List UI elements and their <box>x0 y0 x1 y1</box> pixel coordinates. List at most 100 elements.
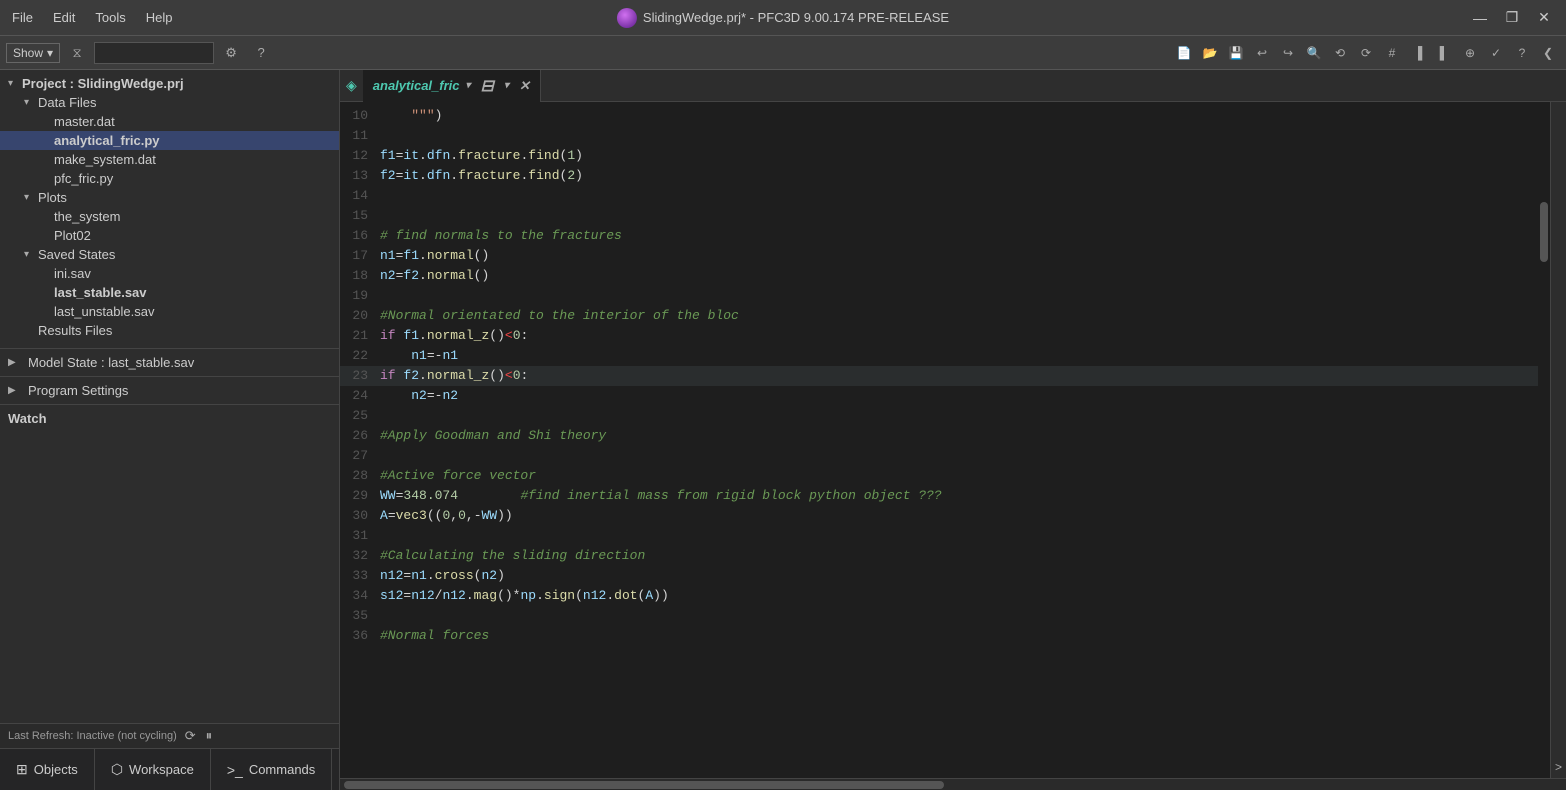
sidebar-item-ini-sav[interactable]: ini.sav <box>0 264 339 283</box>
sidebar-model-state[interactable]: ▶ Model State : last_stable.sav <box>0 348 339 376</box>
state-label: ini.sav <box>54 266 91 281</box>
vertical-scrollbar[interactable] <box>1538 102 1550 778</box>
code-line-19: 19 <box>340 286 1538 306</box>
hash-icon[interactable]: # <box>1380 40 1404 66</box>
bottom-panel: ⊞ Objects ⬡ Workspace >_ Commands <box>0 748 339 790</box>
save-icon[interactable]: 💾 <box>1224 40 1248 66</box>
pause-button[interactable]: ⏸ <box>204 728 215 744</box>
collapse-icon[interactable]: ❮ <box>1536 40 1560 66</box>
menu-tools[interactable]: Tools <box>91 8 129 27</box>
watch-label: Watch <box>8 411 47 426</box>
horizontal-scrollbar[interactable] <box>340 778 1566 790</box>
sidebar-item-the-system[interactable]: the_system <box>0 207 339 226</box>
refresh-button[interactable]: ⟳ <box>183 728 198 744</box>
objects-tab[interactable]: ⊞ Objects <box>0 749 95 790</box>
tab-dropdown-icon[interactable]: ▾ <box>466 80 471 91</box>
chevron-down-icon: ▾ <box>24 192 34 203</box>
tab-split-arrow-icon[interactable]: ▾ <box>504 80 509 91</box>
code-line-33: 33 n12=n1.cross(n2) <box>340 566 1538 586</box>
program-settings-label: Program Settings <box>28 383 128 398</box>
menu-edit[interactable]: Edit <box>49 8 79 27</box>
code-line-18: 18 n2=f2.normal() <box>340 266 1538 286</box>
sidebar: ▾ Project : SlidingWedge.prj ▾ Data File… <box>0 70 340 790</box>
open-file-icon[interactable]: 📂 <box>1198 40 1222 66</box>
sidebar-item-plots[interactable]: ▾ Plots <box>0 188 339 207</box>
filter-icon[interactable]: ⧖ <box>64 40 90 66</box>
hscroll-thumb[interactable] <box>344 781 944 789</box>
chevron-down-icon: ▾ <box>24 97 34 108</box>
minimize-button[interactable]: — <box>1466 6 1494 30</box>
chevron-down-icon: ▾ <box>24 249 34 260</box>
sidebar-item-last-stable[interactable]: last_stable.sav <box>0 283 339 302</box>
tab-close-icon[interactable]: ✕ <box>519 78 530 94</box>
prev-icon[interactable]: ⟲ <box>1328 40 1352 66</box>
toolbar-help-icon[interactable]: ? <box>1510 40 1534 66</box>
main-area: ▾ Project : SlidingWedge.prj ▾ Data File… <box>0 70 1566 790</box>
chevron-down-icon: ▾ <box>47 46 53 60</box>
sidebar-item-analytical-fric[interactable]: analytical_fric.py <box>0 131 339 150</box>
tab-split-icon[interactable]: ⊟ <box>481 76 494 96</box>
help-icon[interactable]: ? <box>248 40 274 66</box>
add-icon[interactable]: ⊕ <box>1458 40 1482 66</box>
last-refresh-text: Last Refresh: Inactive (not cycling) <box>8 730 177 742</box>
workspace-label: Workspace <box>129 762 194 777</box>
code-line-30: 30 A=vec3((0,0,-WW)) <box>340 506 1538 526</box>
project-label: Project : SlidingWedge.prj <box>22 76 184 91</box>
sidebar-item-results[interactable]: Results Files <box>0 321 339 340</box>
workspace-tab[interactable]: ⬡ Workspace <box>95 749 211 790</box>
window-controls: — ❐ ✕ <box>1466 6 1558 30</box>
sidebar-item-project[interactable]: ▾ Project : SlidingWedge.prj <box>0 74 339 93</box>
sidebar-item-pfc-fric[interactable]: pfc_fric.py <box>0 169 339 188</box>
expand-right-icon[interactable]: > <box>1555 760 1562 774</box>
next-icon[interactable]: ⟳ <box>1354 40 1378 66</box>
sidebar-program-settings[interactable]: ▶ Program Settings <box>0 376 339 404</box>
spacer <box>40 268 50 279</box>
menu-help[interactable]: Help <box>142 8 177 27</box>
filter-input[interactable] <box>94 42 214 64</box>
chevron-right-icon: ▶ <box>8 357 18 368</box>
file-label: master.dat <box>54 114 115 129</box>
sidebar-item-data-files[interactable]: ▾ Data Files <box>0 93 339 112</box>
window-title: SlidingWedge.prj* - PFC3D 9.00.174 PRE-R… <box>617 8 949 28</box>
title-text: SlidingWedge.prj* - PFC3D 9.00.174 PRE-R… <box>643 10 949 25</box>
plot-label: Plot02 <box>54 228 91 243</box>
commands-tab[interactable]: >_ Commands <box>211 749 332 790</box>
right-panel: > <box>1550 102 1566 778</box>
tab-label: analytical_fric <box>373 78 460 93</box>
code-line-28: 28 #Active force vector <box>340 466 1538 486</box>
last-refresh-bar: Last Refresh: Inactive (not cycling) ⟳ ⏸ <box>0 723 339 748</box>
code-line-14: 14 <box>340 186 1538 206</box>
scroll-thumb[interactable] <box>1540 202 1548 262</box>
sidebar-item-saved-states[interactable]: ▾ Saved States <box>0 245 339 264</box>
check-icon[interactable]: ✓ <box>1484 40 1508 66</box>
objects-icon: ⊞ <box>16 761 28 778</box>
sidebar-tree: ▾ Project : SlidingWedge.prj ▾ Data File… <box>0 70 339 723</box>
code-line-25: 25 <box>340 406 1538 426</box>
spacer <box>40 211 50 222</box>
redo-icon[interactable]: ↪ <box>1276 40 1300 66</box>
show-label: Show <box>13 46 43 60</box>
close-button[interactable]: ✕ <box>1530 6 1558 30</box>
code-line-36: 36 #Normal forces <box>340 626 1538 646</box>
menu-file[interactable]: File <box>8 8 37 27</box>
show-dropdown[interactable]: Show ▾ <box>6 43 60 63</box>
code-line-27: 27 <box>340 446 1538 466</box>
split-left-icon[interactable]: ▐ <box>1406 40 1430 66</box>
sidebar-item-last-unstable[interactable]: last_unstable.sav <box>0 302 339 321</box>
model-state-label: Model State : last_stable.sav <box>28 355 194 370</box>
code-line-24: 24 n2=-n2 <box>340 386 1538 406</box>
new-file-icon[interactable]: 📄 <box>1172 40 1196 66</box>
toolbar-left: Show ▾ ⧖ ⚙ ? <box>6 40 274 66</box>
sidebar-item-make-system[interactable]: make_system.dat <box>0 150 339 169</box>
undo-icon[interactable]: ↩ <box>1250 40 1274 66</box>
sidebar-item-plot02[interactable]: Plot02 <box>0 226 339 245</box>
maximize-button[interactable]: ❐ <box>1498 6 1526 30</box>
code-editor[interactable]: 10 """) 11 12 f1=it.dfn.fracture.find(1)… <box>340 102 1538 778</box>
search-icon[interactable]: 🔍 <box>1302 40 1326 66</box>
settings-icon[interactable]: ⚙ <box>218 40 244 66</box>
editor-tab-analytical-fric[interactable]: analytical_fric ▾ ⊟ ▾ ✕ <box>363 70 541 102</box>
split-right-icon[interactable]: ▌ <box>1432 40 1456 66</box>
file-label: pfc_fric.py <box>54 171 113 186</box>
state-label: last_unstable.sav <box>54 304 154 319</box>
sidebar-item-master-dat[interactable]: master.dat <box>0 112 339 131</box>
